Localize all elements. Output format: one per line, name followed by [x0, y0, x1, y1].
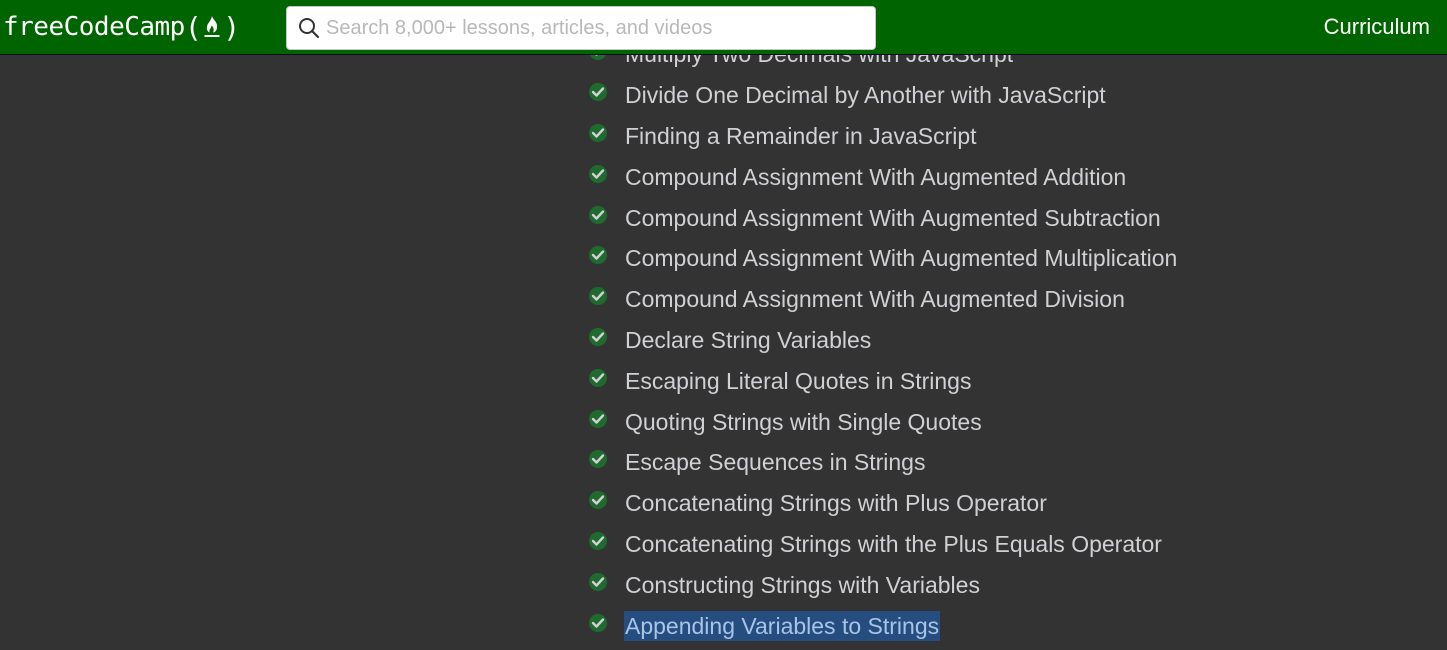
logo-close-paren: ) [223, 10, 240, 44]
lesson-list-item: Quoting Strings with Single Quotes [588, 401, 1178, 442]
check-icon [588, 409, 608, 429]
check-icon [588, 286, 608, 306]
lesson-list-item: Divide One Decimal by Another with JavaS… [588, 75, 1178, 116]
lesson-list-item: Escape Sequences in Strings [588, 442, 1178, 483]
search-icon [298, 17, 320, 39]
lesson-list-item: Compound Assignment With Augmented Subtr… [588, 197, 1178, 238]
lesson-link[interactable]: Appending Variables to Strings [624, 610, 941, 641]
search-input[interactable] [326, 10, 866, 46]
check-icon [588, 572, 608, 592]
lesson-list-panel: Multiply Two Decimals with JavaScript Div… [0, 55, 1447, 650]
lesson-list-item: Declare String Variables [588, 320, 1178, 361]
lesson-list-item: Escaping Literal Quotes in Strings [588, 360, 1178, 401]
lesson-link[interactable]: Concatenating Strings with the Plus Equa… [624, 529, 1163, 559]
search-box[interactable] [286, 6, 876, 50]
check-icon [588, 449, 608, 469]
lesson-link[interactable]: Compound Assignment With Augmented Subtr… [624, 203, 1162, 233]
lesson-list-item: Constructing Strings with Variables [588, 564, 1178, 605]
lesson-list-item: Compound Assignment With Augmented Addit… [588, 156, 1178, 197]
lesson-list-item: Compound Assignment With Augmented Divis… [588, 279, 1178, 320]
lesson-link[interactable]: Escape Sequences in Strings [624, 447, 926, 477]
lesson-list: Multiply Two Decimals with JavaScript Div… [588, 55, 1178, 646]
lesson-list-item: Appending Variables to Strings [588, 605, 1178, 646]
check-icon [588, 490, 608, 510]
lesson-link[interactable]: Compound Assignment With Augmented Divis… [624, 284, 1126, 314]
lesson-list-item: Finding a Remainder in JavaScript [588, 116, 1178, 157]
curriculum-link[interactable]: Curriculum [1324, 14, 1430, 40]
top-navbar: freeCodeCamp ( ) Curriculum [0, 0, 1447, 55]
check-icon [588, 123, 608, 143]
check-icon [588, 245, 608, 265]
lesson-link[interactable]: Compound Assignment With Augmented Multi… [624, 243, 1178, 273]
lesson-list-item: Compound Assignment With Augmented Multi… [588, 238, 1178, 279]
lesson-link[interactable]: Concatenating Strings with Plus Operator [624, 488, 1048, 518]
lesson-link[interactable]: Escaping Literal Quotes in Strings [624, 366, 972, 396]
lesson-link[interactable]: Divide One Decimal by Another with JavaS… [624, 80, 1107, 110]
lesson-link[interactable]: Declare String Variables [624, 325, 872, 355]
check-icon [588, 368, 608, 388]
check-icon [588, 205, 608, 225]
check-icon [588, 55, 608, 61]
freecodecamp-logo[interactable]: freeCodeCamp ( ) [3, 8, 240, 46]
lesson-link[interactable]: Constructing Strings with Variables [624, 570, 981, 600]
lesson-link[interactable]: Finding a Remainder in JavaScript [624, 121, 978, 151]
lesson-list-item: Multiply Two Decimals with JavaScript [588, 55, 1178, 75]
check-icon [588, 613, 608, 633]
check-icon [588, 531, 608, 551]
lesson-link[interactable]: Quoting Strings with Single Quotes [624, 407, 983, 437]
lesson-list-item: Concatenating Strings with Plus Operator [588, 483, 1178, 524]
check-icon [588, 164, 608, 184]
logo-text: freeCodeCamp [3, 12, 185, 42]
check-icon [588, 327, 608, 347]
lesson-link[interactable]: Compound Assignment With Augmented Addit… [624, 162, 1127, 192]
check-icon [588, 82, 608, 102]
lesson-list-item: Concatenating Strings with the Plus Equa… [588, 524, 1178, 565]
logo-open-paren: ( [184, 10, 202, 44]
flame-icon [201, 12, 223, 42]
lesson-link[interactable]: Multiply Two Decimals with JavaScript [624, 55, 1014, 69]
